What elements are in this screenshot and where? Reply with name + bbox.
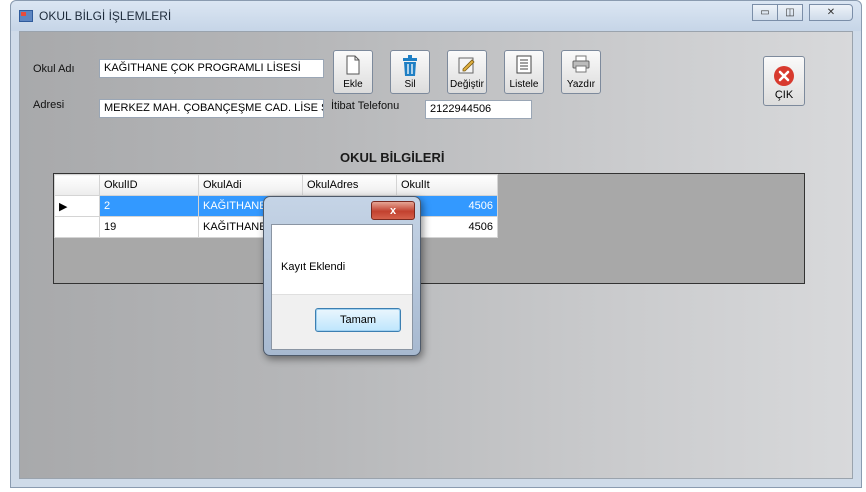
sil-button[interactable]: Sil xyxy=(390,50,430,94)
listele-label: Listele xyxy=(509,79,539,90)
okul-adi-label: Okul Adı xyxy=(33,63,75,75)
yazdir-button[interactable]: Yazdır xyxy=(561,50,601,94)
section-title: OKUL BİLGİLERİ xyxy=(340,150,445,165)
current-row-icon: ▶ xyxy=(59,200,68,213)
column-header[interactable]: OkulAdi xyxy=(198,174,303,196)
trash-icon xyxy=(403,55,417,76)
dialog-close-button[interactable]: x xyxy=(371,201,415,220)
okul-data-grid[interactable]: OkulID OkulAdi OkulAdres OkulIt ▶ 2 KAĞI… xyxy=(53,173,805,284)
column-header[interactable]: OkulAdres xyxy=(302,174,397,196)
app-icon xyxy=(19,10,33,22)
main-window: OKUL BİLGİ İŞLEMLERİ ▭ ◫ ✕ Okul Adı KAĞI… xyxy=(10,0,862,488)
exit-button[interactable]: ÇIK xyxy=(763,56,805,106)
tamam-button[interactable]: Tamam xyxy=(315,308,401,332)
listele-button[interactable]: Listele xyxy=(504,50,544,94)
exit-label: ÇIK xyxy=(774,89,794,101)
exit-icon xyxy=(774,66,794,86)
sil-label: Sil xyxy=(404,79,416,90)
window-title: OKUL BİLGİ İŞLEMLERİ xyxy=(39,9,172,23)
telefon-label: İtibat Telefonu xyxy=(331,100,400,112)
dialog-body: Kayıt Eklendi Tamam xyxy=(271,224,413,350)
degistir-button[interactable]: Değiştir xyxy=(447,50,487,94)
printer-icon xyxy=(572,55,590,73)
minimize-button[interactable]: ▭ xyxy=(752,4,778,21)
edit-icon xyxy=(458,57,475,74)
adresi-input[interactable]: MERKEZ MAH. ÇOBANÇEŞME CAD. LİSE S( xyxy=(99,99,324,118)
form-client-area: Okul Adı KAĞITHANE ÇOK PROGRAMLI LİSESİ … xyxy=(19,31,853,479)
adresi-label: Adresi xyxy=(33,99,65,111)
yazdir-label: Yazdır xyxy=(566,79,596,90)
title-bar[interactable]: OKUL BİLGİ İŞLEMLERİ ▭ ◫ ✕ xyxy=(11,1,861,31)
maximize-icon: ◫ xyxy=(785,7,795,18)
ekle-label: Ekle xyxy=(343,79,363,90)
telefon-input[interactable]: 2122944506 xyxy=(425,100,532,119)
dialog-message: Kayıt Eklendi xyxy=(281,261,346,273)
minimize-icon: ▭ xyxy=(760,7,770,18)
message-dialog: x Kayıt Eklendi Tamam xyxy=(263,196,421,356)
ekle-button[interactable]: Ekle xyxy=(333,50,373,94)
grid-header-row: OkulID OkulAdi OkulAdres OkulIt xyxy=(54,174,498,196)
okul-adi-input[interactable]: KAĞITHANE ÇOK PROGRAMLI LİSESİ xyxy=(99,59,324,78)
row-header-corner xyxy=(54,174,100,196)
list-icon xyxy=(516,55,532,74)
close-icon: x xyxy=(389,204,397,217)
close-button[interactable]: ✕ xyxy=(809,4,853,21)
cell-okul-id[interactable]: 19 xyxy=(99,216,199,238)
degistir-label: Değiştir xyxy=(450,79,484,90)
maximize-button[interactable]: ◫ xyxy=(777,4,803,21)
column-header[interactable]: OkulID xyxy=(99,174,199,196)
cell-okul-id[interactable]: 2 xyxy=(99,195,199,217)
row-selector[interactable] xyxy=(54,216,100,238)
window-controls: ▭ ◫ ✕ xyxy=(752,4,853,21)
new-document-icon xyxy=(346,55,360,75)
row-selector[interactable]: ▶ xyxy=(54,195,100,217)
dialog-footer: Tamam xyxy=(272,294,412,349)
column-header[interactable]: OkulIt xyxy=(396,174,498,196)
close-icon: ✕ xyxy=(826,7,836,18)
